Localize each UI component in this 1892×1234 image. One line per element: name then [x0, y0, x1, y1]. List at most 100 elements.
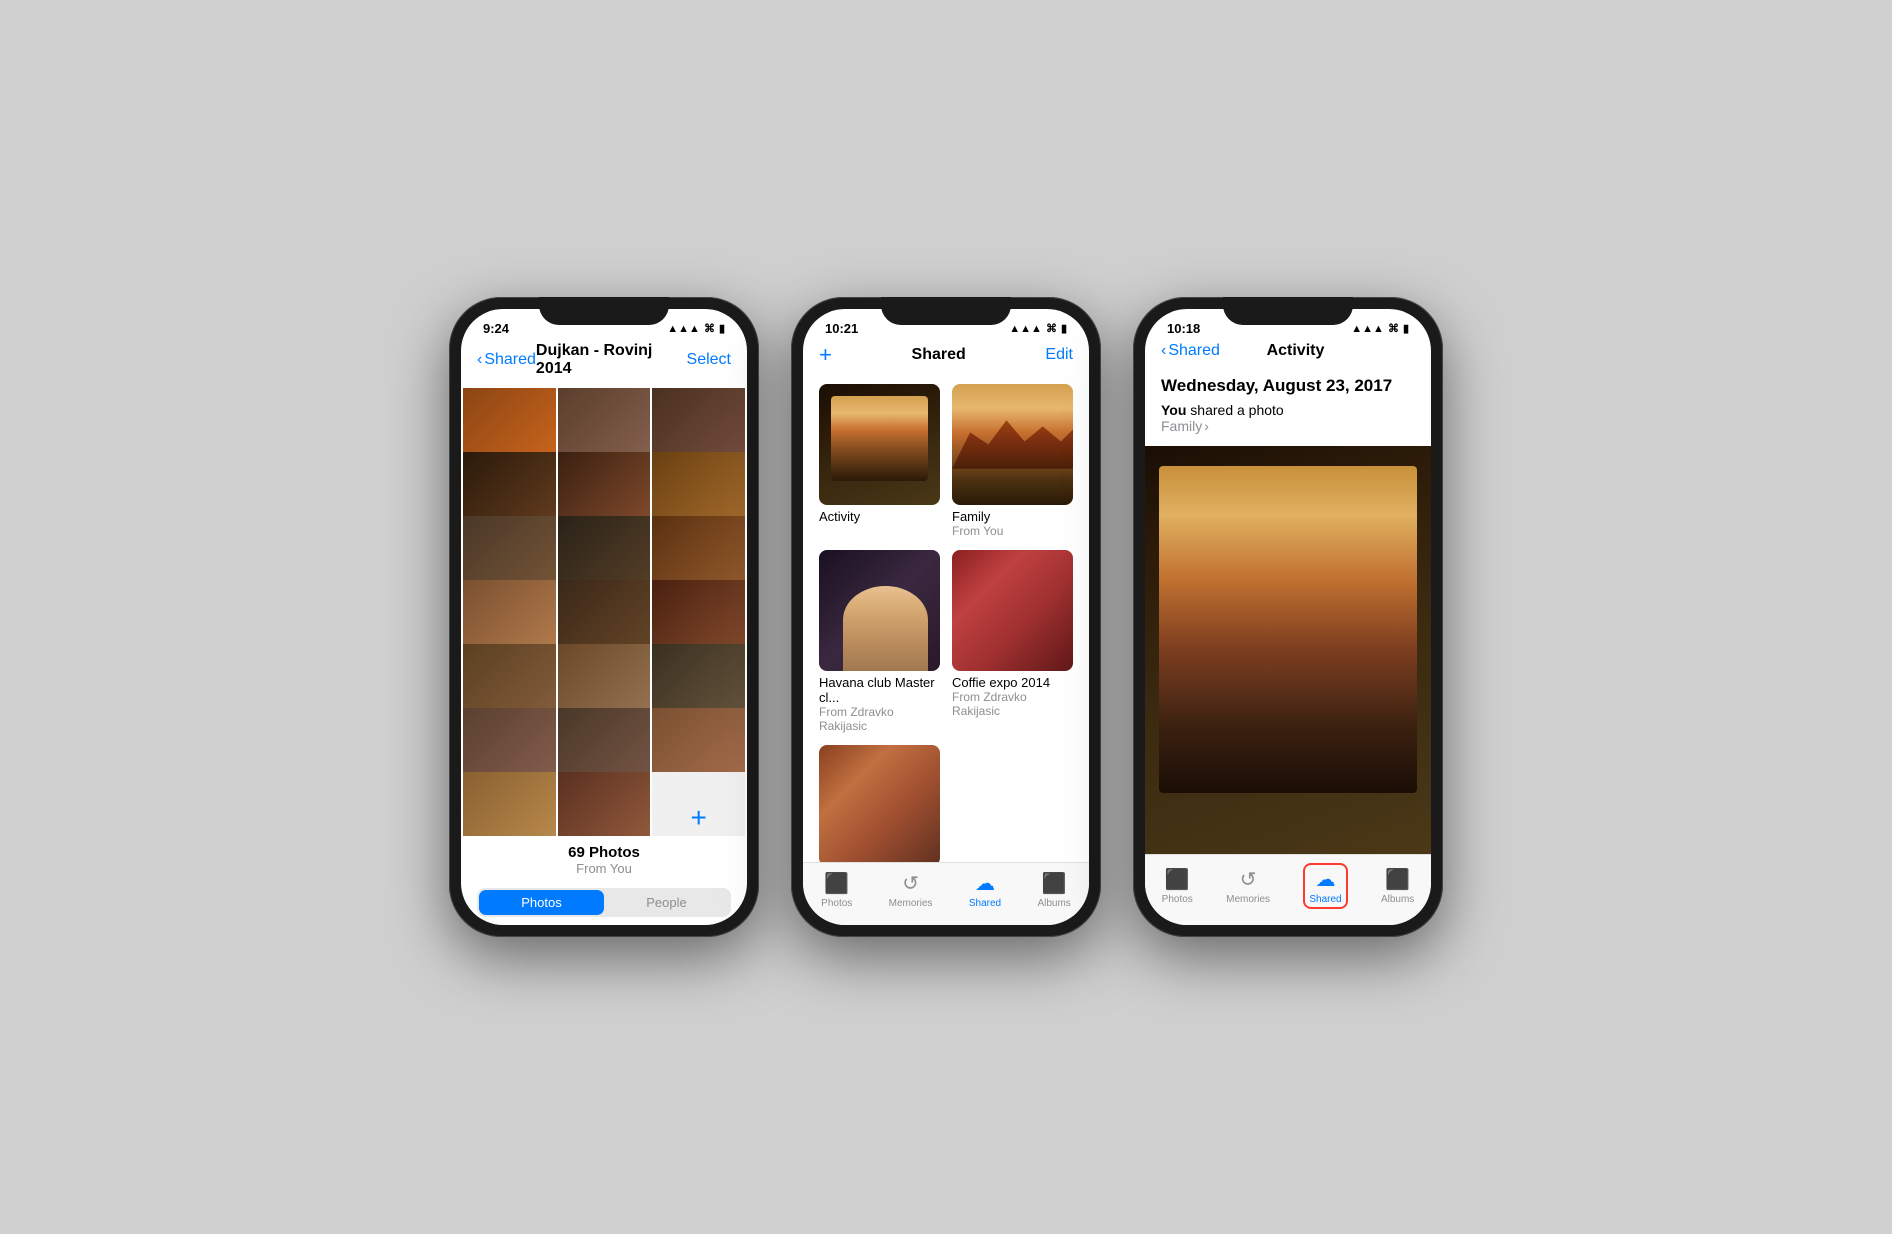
signal-icon-3: ▲▲▲: [1351, 323, 1384, 335]
activity-link[interactable]: Family ›: [1161, 418, 1415, 434]
activity-thumb: [819, 384, 940, 505]
signal-icon-1: ▲▲▲: [667, 323, 700, 335]
status-time-2: 10:21: [825, 321, 858, 336]
shared-item-havana[interactable]: Havana club Master cl... From Zdravko Ra…: [819, 550, 940, 733]
battery-icon-1: ▮: [719, 322, 725, 335]
nav-bar-1: ‹ Shared Dujkan - Rovinj 2014 Select: [461, 340, 747, 386]
phone-2: 10:21 ▲▲▲ ⌘ ▮ + Shared Edit Activity: [791, 297, 1101, 937]
activity-name: Activity: [819, 509, 940, 524]
tab-bar-2: ⬛ Photos ↺ Memories ☁ Shared ⬛ Albums: [803, 862, 1089, 925]
status-time-1: 9:24: [483, 321, 509, 336]
havana-thumb-img: [819, 550, 940, 671]
tab-albums-2[interactable]: ⬛ Albums: [1037, 871, 1070, 909]
tab-photos-2[interactable]: ⬛ Photos: [821, 871, 852, 909]
back-button-3[interactable]: ‹ Shared: [1161, 342, 1220, 360]
expo-thumb: [952, 550, 1073, 671]
tab-memories-2[interactable]: ↺ Memories: [889, 871, 933, 909]
status-icons-2: ▲▲▲ ⌘ ▮: [1009, 322, 1067, 335]
shared-tab-label-3: Shared: [1309, 894, 1341, 905]
activity-you: You: [1161, 402, 1186, 418]
tab-bar-3: ⬛ Photos ↺ Memories ☁ Shared ⬛ Albums: [1145, 854, 1431, 925]
shared-tab-icon-2: ☁: [975, 871, 995, 896]
family-thumb-img: [952, 384, 1073, 505]
photo-cell-19[interactable]: [463, 772, 556, 836]
add-photo-cell[interactable]: +: [652, 772, 745, 836]
photo-grid-1: +: [461, 386, 747, 836]
memories-tab-icon-3: ↺: [1240, 867, 1257, 892]
photos-segment-btn[interactable]: Photos: [479, 890, 604, 915]
shared-tab-label-2: Shared: [969, 898, 1001, 909]
signal-icon-2: ▲▲▲: [1009, 323, 1042, 335]
shared-list: Activity Family From You Havana club Mas…: [803, 376, 1089, 862]
add-icon: +: [690, 802, 706, 834]
battery-icon-2: ▮: [1061, 322, 1067, 335]
albums-tab-icon-2: ⬛: [1042, 871, 1067, 896]
dujkan-thumb: [819, 745, 940, 862]
family-sub: From You: [952, 524, 1073, 538]
shared-item-dujkan[interactable]: Dujkan - Rovinj 2014: [819, 745, 940, 862]
activity-photo[interactable]: [1145, 446, 1431, 854]
tab-memories-3[interactable]: ↺ Memories: [1226, 867, 1270, 905]
albums-tab-label-2: Albums: [1037, 898, 1070, 909]
back-button-1[interactable]: ‹ Shared: [477, 351, 536, 369]
shared-tab-icon-3: ☁: [1315, 867, 1335, 892]
laptop-screen: [1159, 466, 1416, 792]
back-label-3: Shared: [1168, 342, 1220, 360]
add-button-2[interactable]: +: [819, 342, 832, 368]
notch-2: [881, 297, 1011, 325]
photos-tab-icon-3: ⬛: [1165, 867, 1190, 892]
nav-title-3: Activity: [1267, 342, 1325, 360]
shared-item-family[interactable]: Family From You: [952, 384, 1073, 538]
wifi-icon-2: ⌘: [1046, 322, 1057, 335]
albums-tab-icon-3: ⬛: [1385, 867, 1410, 892]
people-segment-btn[interactable]: People: [604, 890, 729, 915]
battery-icon-3: ▮: [1403, 322, 1409, 335]
activity-action: shared a photo: [1190, 402, 1283, 418]
photo-from: From You: [461, 861, 747, 876]
status-icons-3: ▲▲▲ ⌘ ▮: [1351, 322, 1409, 335]
chevron-right-icon: ›: [1204, 418, 1209, 434]
select-button-1[interactable]: Select: [687, 351, 731, 369]
status-time-3: 10:18: [1167, 321, 1200, 336]
activity-photo-img: [1145, 446, 1431, 854]
album-link-label: Family: [1161, 418, 1202, 434]
nav-title-1: Dujkan - Rovinj 2014: [536, 342, 687, 378]
nav-bar-2: + Shared Edit: [803, 340, 1089, 376]
memories-tab-icon-2: ↺: [902, 871, 919, 896]
albums-tab-label-3: Albums: [1381, 894, 1414, 905]
havana-sub: From Zdravko Rakijasic: [819, 705, 940, 733]
photos-tab-icon-2: ⬛: [824, 871, 849, 896]
activity-text: You shared a photo: [1161, 402, 1415, 418]
photo-count: 69 Photos: [461, 844, 747, 861]
status-icons-1: ▲▲▲ ⌘ ▮: [667, 322, 725, 335]
tab-photos-3[interactable]: ⬛ Photos: [1162, 867, 1193, 905]
nav-bar-3: ‹ Shared Activity: [1145, 340, 1431, 368]
activity-header: Wednesday, August 23, 2017 You shared a …: [1145, 368, 1431, 446]
memories-tab-label-3: Memories: [1226, 894, 1270, 905]
phone-3: 10:18 ▲▲▲ ⌘ ▮ ‹ Shared Activity Wednesda…: [1133, 297, 1443, 937]
notch-3: [1223, 297, 1353, 325]
family-name: Family: [952, 509, 1073, 524]
chevron-left-icon-1: ‹: [477, 351, 482, 369]
family-thumb: [952, 384, 1073, 505]
tab-albums-3[interactable]: ⬛ Albums: [1381, 867, 1414, 905]
photo-cell-20[interactable]: [558, 772, 651, 836]
photo-footer: 69 Photos From You: [461, 836, 747, 880]
activity-thumb-img: [819, 384, 940, 505]
wifi-icon-1: ⌘: [704, 322, 715, 335]
chevron-left-icon-3: ‹: [1161, 342, 1166, 360]
edit-button-2[interactable]: Edit: [1045, 346, 1073, 364]
expo-thumb-img: [952, 550, 1073, 671]
segment-control: Photos People: [477, 888, 731, 917]
shared-item-activity[interactable]: Activity: [819, 384, 940, 538]
shared-item-expo[interactable]: Coffie expo 2014 From Zdravko Rakijasic: [952, 550, 1073, 733]
dujkan-thumb-img: [819, 745, 940, 862]
tab-shared-3[interactable]: ☁ Shared: [1303, 863, 1347, 909]
tab-shared-2[interactable]: ☁ Shared: [969, 871, 1001, 909]
nav-title-2: Shared: [912, 346, 966, 364]
expo-sub: From Zdravko Rakijasic: [952, 690, 1073, 718]
memories-tab-label-2: Memories: [889, 898, 933, 909]
havana-name: Havana club Master cl...: [819, 675, 940, 705]
back-label-1: Shared: [484, 351, 536, 369]
havana-thumb: [819, 550, 940, 671]
